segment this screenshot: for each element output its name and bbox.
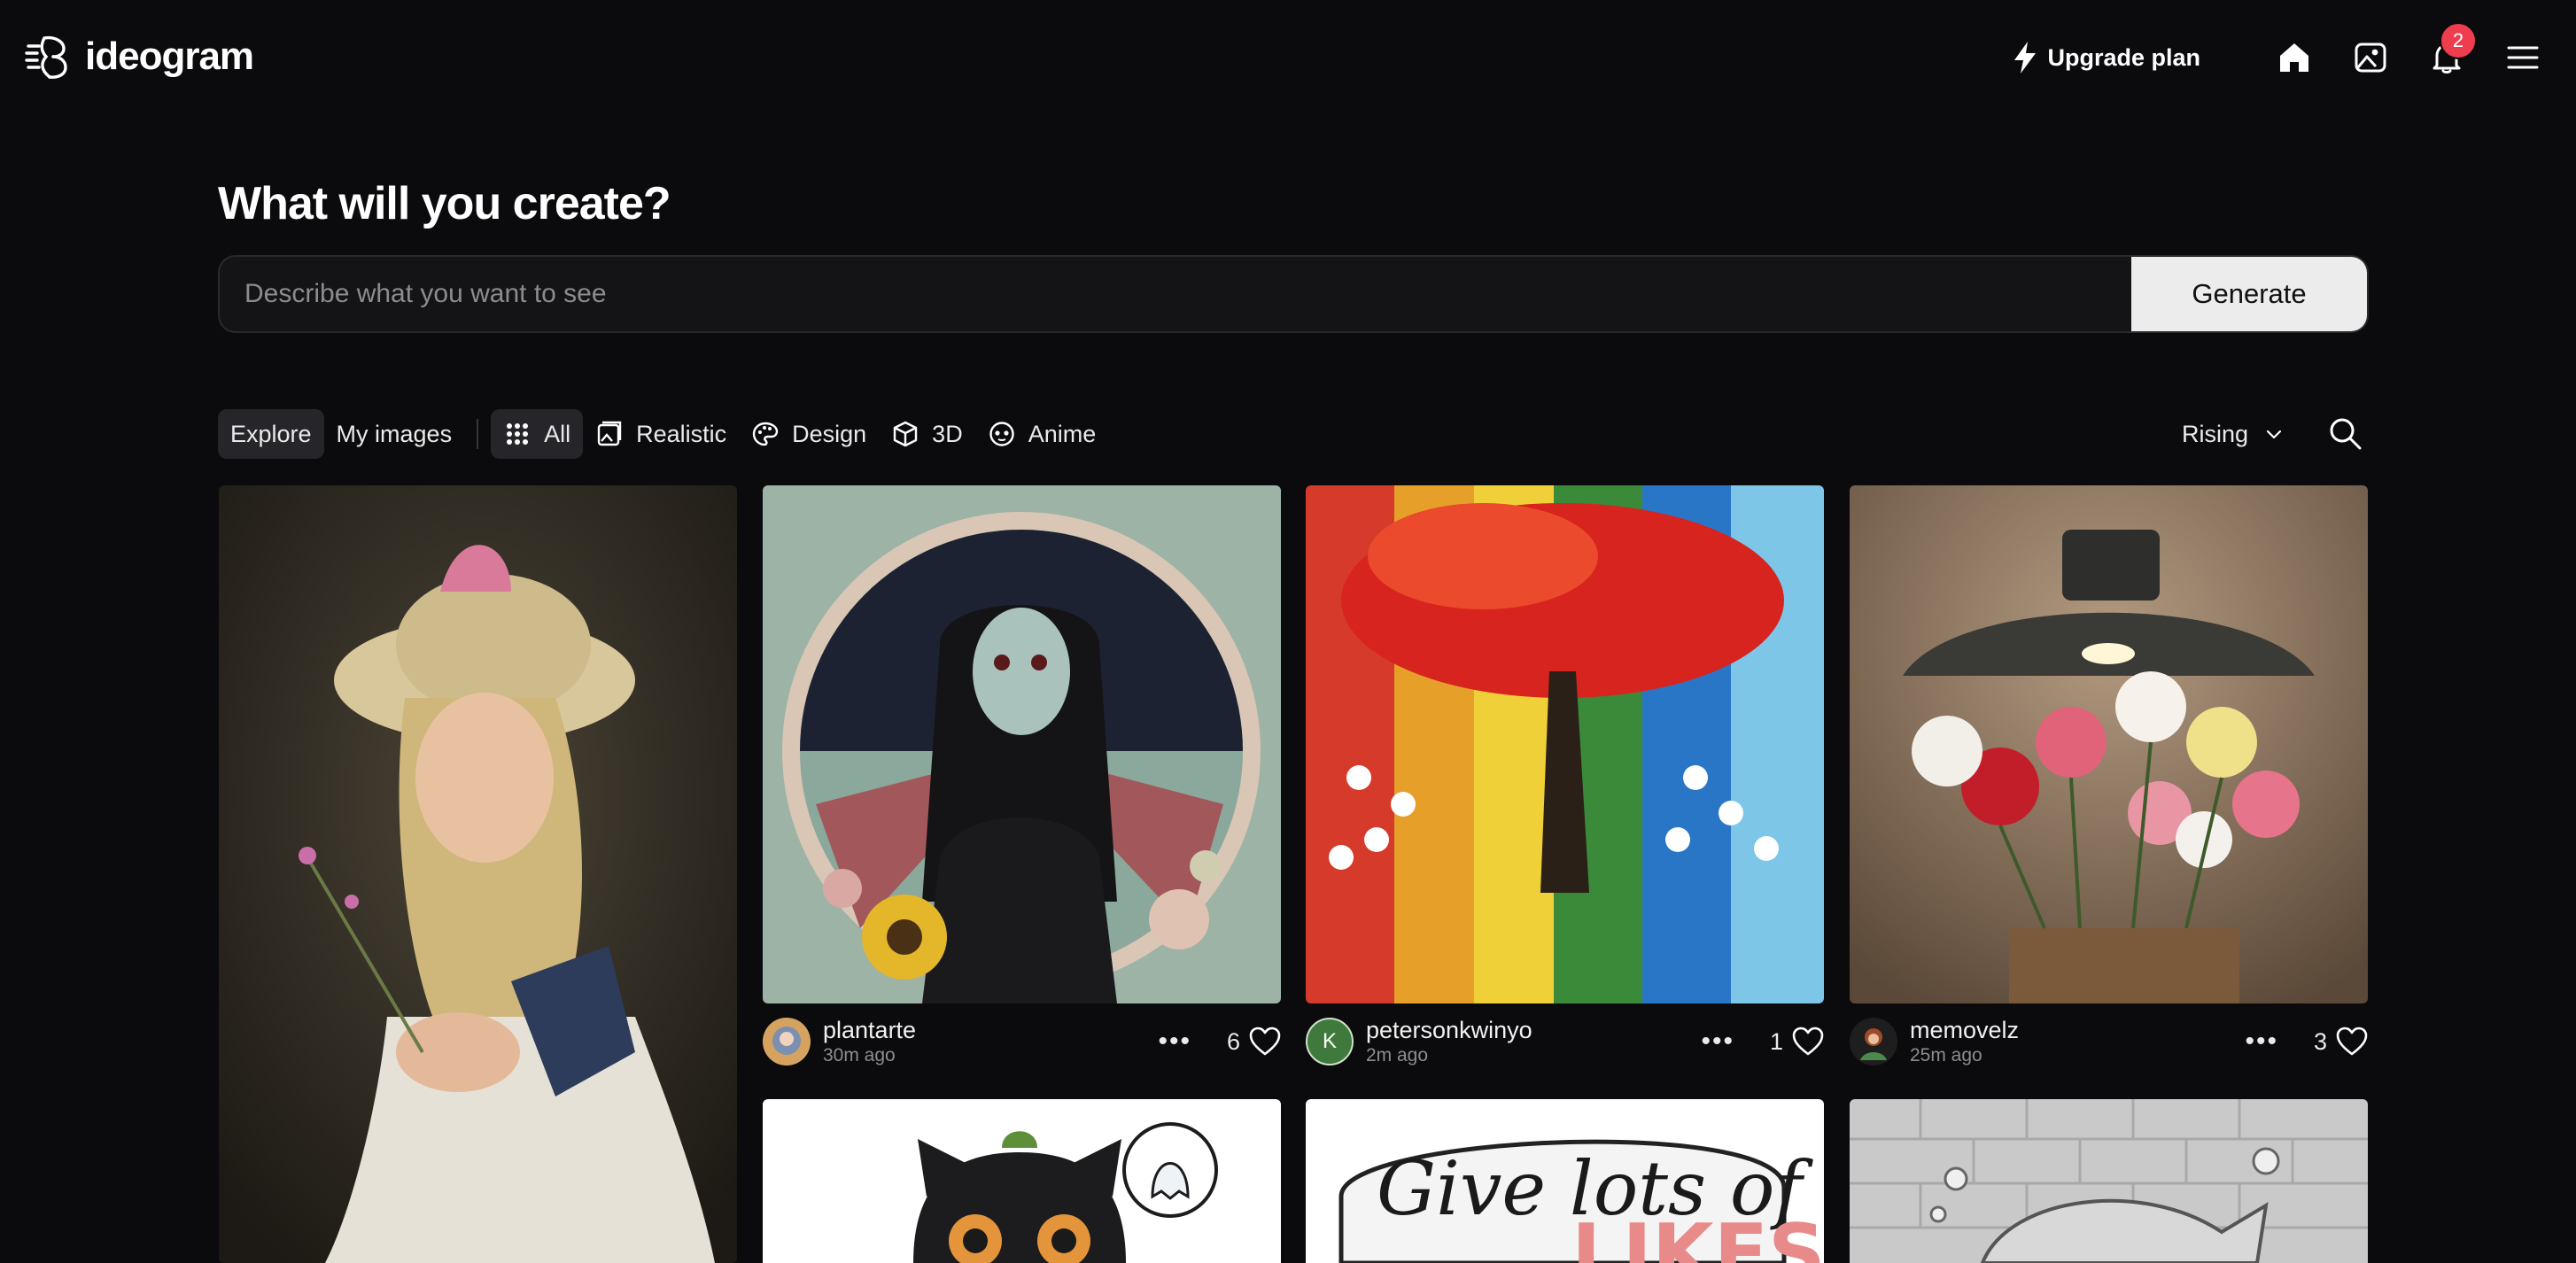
lamp-carnations-image (1850, 485, 2368, 1003)
prompt-input[interactable] (220, 257, 2131, 331)
palette-icon (752, 422, 779, 446)
category-all[interactable]: All (491, 409, 584, 459)
image-gallery-icon (2355, 43, 2386, 73)
like-button[interactable] (1792, 1027, 1824, 1057)
home-button[interactable] (2270, 33, 2319, 82)
category-anime[interactable]: Anime (975, 409, 1109, 459)
heart-icon (1792, 1027, 1824, 1056)
card-meta: memovelz 25m ago ••• 3 (1850, 1013, 2368, 1070)
notification-badge: 2 (2440, 22, 2477, 59)
girl-painting-image (219, 485, 737, 1263)
feed-image-rainbow-tree[interactable] (1306, 485, 1824, 1003)
card-actions: ••• 1 (1701, 1027, 1824, 1057)
filter-actions: Rising (2182, 411, 2369, 457)
category-label: 3D (932, 420, 963, 447)
like-count: 1 (1769, 1027, 1783, 1055)
feed-image-fish-sketch[interactable] (1850, 1099, 2368, 1263)
black-cat-sticker-image (763, 1099, 1281, 1263)
grid-icon (507, 423, 529, 445)
category-label: Design (792, 420, 867, 447)
rainbow-tree-image (1306, 485, 1824, 1003)
tab-my-images[interactable]: My images (324, 409, 465, 459)
like-count: 3 (2313, 1027, 2327, 1055)
home-icon (2280, 43, 2308, 72)
filter-divider (477, 419, 479, 449)
avatar-initial: K (1322, 1029, 1337, 1053)
user-avatar-image (763, 1018, 811, 1065)
page-title: What will you create? (218, 178, 671, 229)
category-design[interactable]: Design (739, 409, 879, 459)
top-bar: ideogram Upgrade plan 2 (0, 0, 2576, 115)
category-realistic[interactable]: Realistic (583, 409, 739, 459)
like-button[interactable] (2336, 1027, 2368, 1057)
feed-image-give-lots-of-likes[interactable]: Give lots of LIKES (1306, 1099, 1824, 1263)
category-label: All (544, 420, 571, 447)
give-likes-sticker-image: Give lots of LIKES (1306, 1099, 1824, 1263)
feed-image-lamp-carnations[interactable] (1850, 485, 2368, 1003)
sort-dropdown[interactable]: Rising (2182, 421, 2284, 448)
search-icon (2330, 418, 2362, 450)
username[interactable]: plantarte (823, 1017, 916, 1044)
generate-button[interactable]: Generate (2131, 257, 2367, 331)
feed-image-gothic-girl[interactable] (763, 485, 1281, 1003)
user-info: petersonkwinyo 2m ago (1366, 1017, 1532, 1066)
timestamp: 30m ago (823, 1045, 896, 1066)
gothic-girl-image (763, 485, 1281, 1003)
heart-icon (1249, 1027, 1281, 1056)
username[interactable]: memovelz (1910, 1017, 2019, 1044)
feed-image-girl-in-straw-hat[interactable] (219, 485, 737, 1263)
user-info: memovelz 25m ago (1910, 1017, 2019, 1066)
card-actions: ••• 6 (1158, 1027, 1281, 1057)
more-options-button[interactable]: ••• (1701, 1027, 1734, 1057)
heart-icon (2336, 1027, 2368, 1056)
avatar[interactable] (1850, 1018, 1897, 1065)
category-3d[interactable]: 3D (879, 409, 975, 459)
chevron-down-icon (2266, 430, 2282, 439)
upgrade-plan-label: Upgrade plan (2047, 43, 2200, 71)
prompt-bar: Generate (218, 255, 2369, 333)
top-actions: Upgrade plan 2 (2012, 22, 2548, 89)
fish-sketch-image (1850, 1099, 2368, 1263)
face-icon (989, 422, 1014, 446)
menu-button[interactable] (2498, 33, 2548, 82)
cube-icon (893, 421, 918, 447)
brand-logo[interactable]: ideogram (25, 32, 254, 81)
category-label: Realistic (636, 420, 727, 447)
user-avatar-image (1850, 1018, 1897, 1065)
more-options-button[interactable]: ••• (1158, 1027, 1191, 1057)
my-creations-button[interactable] (2346, 33, 2395, 82)
avatar[interactable] (763, 1018, 811, 1065)
feed-image-black-cat-sticker[interactable] (763, 1099, 1281, 1263)
timestamp: 25m ago (1910, 1045, 1982, 1066)
photo-icon (597, 421, 622, 446)
more-options-button[interactable]: ••• (2245, 1027, 2278, 1057)
card-meta: plantarte 30m ago ••• 6 (763, 1013, 1281, 1070)
card-meta: K petersonkwinyo 2m ago ••• 1 (1306, 1013, 1824, 1070)
timestamp: 2m ago (1366, 1045, 1429, 1066)
like-button[interactable] (1249, 1027, 1281, 1057)
sort-label: Rising (2181, 420, 2248, 447)
ideogram-logo-icon (25, 35, 67, 79)
user-info: plantarte 30m ago (823, 1017, 916, 1066)
upgrade-plan-button[interactable]: Upgrade plan (2012, 41, 2200, 74)
lightning-icon (2014, 42, 2037, 74)
tab-label: Explore (230, 420, 312, 447)
search-button[interactable] (2323, 411, 2369, 457)
tab-explore[interactable]: Explore (218, 409, 324, 459)
like-count: 6 (1226, 1027, 1240, 1055)
brand-name: ideogram (85, 35, 254, 78)
card-actions: ••• 3 (2245, 1027, 2368, 1057)
hamburger-menu-icon (2507, 46, 2539, 69)
category-label: Anime (1028, 420, 1097, 447)
sticker-text-2: LIKES (1571, 1207, 1824, 1263)
filter-bar: Explore My images All Realistic Design 3… (218, 409, 2369, 459)
avatar[interactable]: K (1306, 1018, 1354, 1065)
tab-label: My images (336, 420, 453, 447)
notifications-button[interactable]: 2 (2422, 22, 2477, 82)
username[interactable]: petersonkwinyo (1366, 1017, 1532, 1044)
